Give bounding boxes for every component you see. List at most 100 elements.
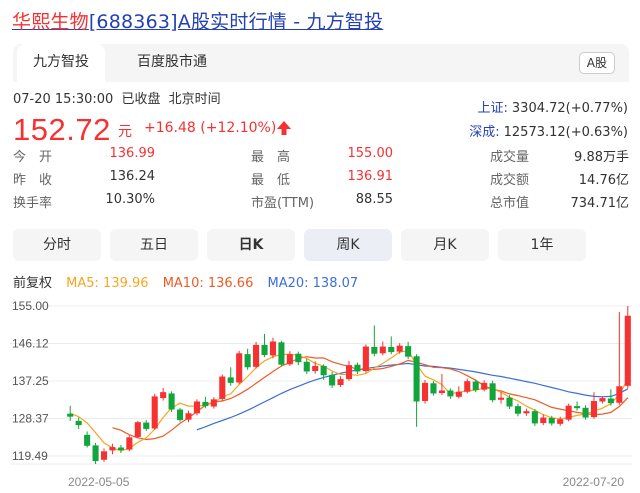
x-tick-label: 2022-07-20 [563,475,625,489]
candle-body [456,392,462,397]
tab-weekly-k[interactable]: 周K [304,229,392,261]
index-shanghai-link[interactable]: 上证: [478,101,508,116]
candle [439,374,445,395]
tab-intraday[interactable]: 分时 [13,229,101,261]
stock-name[interactable]: 华熙生物 [12,11,89,33]
candle-body [422,383,428,401]
candle [523,409,529,416]
candle-body [93,445,99,461]
y-tick-label: 155.00 [12,299,49,313]
candle-body [228,377,234,382]
candle-body [625,316,631,386]
trading-state: 已收盘 [121,92,160,107]
market-status: 07-20 15:30:00 已收盘 北京时间 [13,88,225,107]
candle-body [236,353,242,382]
ma-legend: 前复权 MA5: 139.96 MA10: 136.66 MA20: 138.0… [13,272,368,291]
stat-label: 市盈(TTM) [251,192,314,211]
candle-body [253,345,259,367]
candle [101,448,107,462]
kline-chart-svg[interactable]: 155.00146.12137.25128.37119.492022-05-05… [0,296,640,493]
title-rest[interactable]: [688363]A股实时行情 - 九方智投 [89,11,384,33]
adjust-mode[interactable]: 前复权 [13,276,52,291]
price-change: +16.48 (+12.10%) [144,120,276,136]
stat-label: 昨 收 [13,169,52,188]
ma20-value: MA20: 138.07 [267,276,358,291]
candle [371,325,377,356]
kline-chart[interactable]: 155.00146.12137.25128.37119.492022-05-05… [0,296,640,493]
y-tick-label: 146.12 [12,337,49,351]
index-shenzhen: 深成: 12573.12(+0.63%) [469,121,628,140]
candle-body [490,383,496,400]
candle-body [557,419,563,424]
candle-body [76,421,82,425]
candle-body [506,398,512,407]
candle-body [194,401,200,413]
candle [354,363,360,374]
candle [422,380,428,404]
candle [219,374,225,400]
stat-low: 136.91 [348,169,394,184]
candle [312,361,318,373]
candle-body [532,411,538,423]
stat-pe-ttm: 88.55 [356,192,393,207]
candle-body [591,401,597,417]
change-amount: +16.48 [144,120,196,136]
candle [169,391,175,412]
candle [582,405,588,419]
tab-one-year[interactable]: 1年 [498,229,586,261]
candle [84,431,90,447]
candle [93,443,99,464]
stat-label: 成交额 [490,169,529,188]
candle [430,381,436,395]
tab-baidu-stock[interactable]: 百度股市通 [113,44,231,82]
candle-body [549,418,555,423]
market-badge[interactable]: A股 [579,52,615,74]
candle-body [135,422,141,437]
y-tick-label: 119.49 [12,449,48,463]
candle [76,418,82,429]
candle [228,367,234,386]
page-title-link[interactable]: 华熙生物[688363]A股实时行情 - 九方智投 [12,7,383,34]
candle [143,420,149,431]
tab-jiufang[interactable]: 九方智投 [17,44,105,82]
current-price: 152.72 [13,112,111,148]
candle-body [397,346,403,352]
candle-body [312,366,318,371]
candle-body [515,406,521,414]
candle [625,306,631,388]
candle-body [574,406,580,408]
candle-body [540,418,546,423]
index-shenzhen-value: 12573.12(+0.63%) [504,125,628,140]
candle-body [447,390,453,396]
candle [388,336,394,354]
candle-body [582,408,588,418]
candle [126,436,132,452]
tab-five-day[interactable]: 五日 [110,229,198,261]
candle [152,394,158,430]
candle-body [498,398,504,400]
candle [194,399,200,415]
stat-label: 最 高 [251,146,290,165]
candle [253,342,259,369]
stat-high: 155.00 [348,146,394,161]
up-arrow-icon [275,119,293,137]
tab-daily-k[interactable]: 日K [207,229,295,261]
candle [278,341,284,367]
stats-row: 今 开 136.99 最 高 155.00 成交量 9.88万手 [13,146,633,169]
y-tick-label: 128.37 [12,411,49,425]
candle-body [169,393,175,409]
candle [574,401,580,410]
candle-body [295,354,301,362]
candle-body [109,447,115,450]
candle [566,404,572,422]
candle [236,351,242,384]
candle-body [566,406,572,420]
candle [338,376,344,387]
ma5-value: MA5: 139.96 [66,276,148,291]
stat-market-cap: 734.71亿 [571,192,630,211]
index-shenzhen-link[interactable]: 深成: [469,125,499,140]
candle-body [354,365,360,372]
candle-body [211,399,217,406]
tab-monthly-k[interactable]: 月K [401,229,489,261]
candle-body [371,347,377,354]
